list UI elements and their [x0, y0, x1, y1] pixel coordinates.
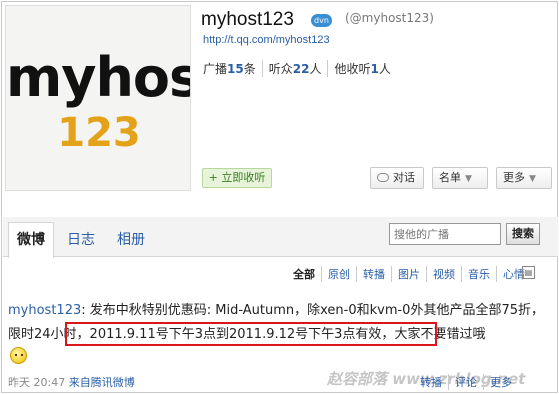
profile-handle: (@myhost123): [345, 11, 434, 25]
stat-following[interactable]: 他收听1人: [327, 60, 396, 77]
profile-name: myhost123: [201, 9, 294, 30]
tab-log[interactable]: 日志: [67, 229, 95, 249]
search-input[interactable]: [389, 223, 501, 245]
avatar-logo-number: 123: [57, 110, 141, 156]
filter-rebroadcast[interactable]: 转播: [356, 266, 391, 282]
rebroadcast-link[interactable]: 转播: [414, 374, 448, 390]
weibo-profile-panel: myhost 123 myhost123 dvn (@myhost123) ht…: [1, 1, 558, 393]
post-meta: 昨天 20:47 来自腾讯微博: [8, 374, 135, 390]
tab-album[interactable]: 相册: [117, 229, 145, 249]
highlight-box: [65, 322, 437, 346]
profile-tab-bar: 微博 日志 相册 搜索: [3, 217, 558, 258]
tab-weibo[interactable]: 微博: [8, 222, 54, 258]
filter-settings-icon[interactable]: ▤: [522, 266, 535, 279]
filter-original[interactable]: 原创: [321, 266, 356, 282]
filter-images[interactable]: 图片: [391, 266, 426, 282]
post-source[interactable]: 来自腾讯微博: [69, 376, 135, 389]
more-dropdown[interactable]: 更多 ▼: [496, 167, 552, 189]
profile-url-link[interactable]: http://t.qq.com/myhost123: [203, 34, 330, 46]
comment-link[interactable]: 评论: [448, 374, 483, 390]
more-link[interactable]: 更多: [483, 374, 518, 390]
talk-button[interactable]: 对话: [370, 167, 424, 189]
post-author-link[interactable]: myhost123: [8, 303, 81, 318]
post-actions: 转播 评论 更多: [414, 374, 518, 390]
chat-bubble-icon: [377, 173, 389, 182]
chevron-down-icon: ▼: [529, 174, 536, 184]
avatar-logo-text: myhost: [6, 46, 190, 109]
list-dropdown[interactable]: 名单 ▼: [432, 167, 488, 189]
chevron-down-icon: ▼: [465, 174, 472, 184]
search-button[interactable]: 搜索: [506, 223, 540, 245]
post-time[interactable]: 昨天 20:47: [8, 376, 65, 389]
filter-all[interactable]: 全部: [287, 266, 321, 282]
filter-music[interactable]: 音乐: [461, 266, 496, 282]
avatar[interactable]: myhost 123: [5, 5, 191, 191]
follow-button[interactable]: + 立即收听: [202, 168, 272, 188]
verified-badge-icon: dvn: [311, 14, 332, 27]
stat-broadcasts[interactable]: 广播15条: [203, 60, 262, 77]
stat-listeners[interactable]: 听众22人: [261, 60, 328, 77]
filter-video[interactable]: 视频: [426, 266, 461, 282]
filter-bar: 全部 原创 转播 图片 视频 音乐 心情: [287, 266, 531, 282]
profile-stats: 广播15条 听众22人 他收听1人: [203, 60, 397, 77]
smile-emoji-icon: [10, 347, 27, 364]
